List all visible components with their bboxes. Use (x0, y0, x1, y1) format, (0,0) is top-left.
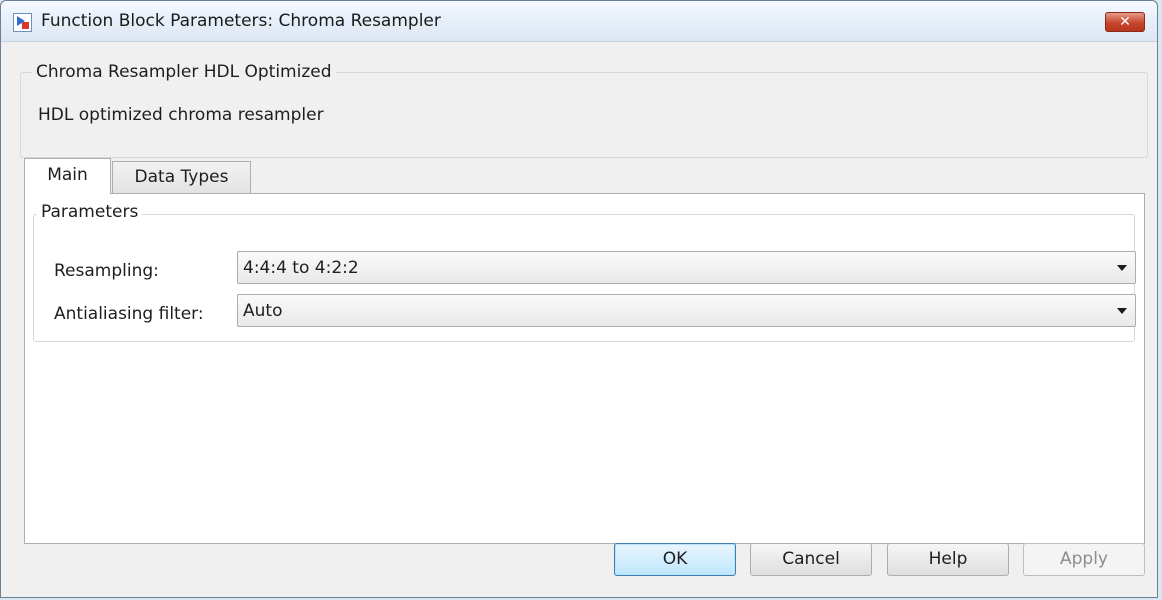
help-button[interactable]: Help (887, 543, 1009, 576)
description-group-title: Chroma Resampler HDL Optimized (32, 62, 336, 82)
resampling-dropdown[interactable]: 4:4:4 to 4:2:2 (237, 251, 1136, 284)
tab-data-types[interactable]: Data Types (112, 161, 251, 193)
parameters-group: Resampling: 4:4:4 to 4:2:2 Antialiasing … (33, 214, 1136, 342)
antialiasing-filter-value: Auto (243, 301, 283, 321)
chevron-down-icon (1117, 265, 1127, 271)
simulink-block-icon (13, 13, 32, 32)
window-title: Function Block Parameters: Chroma Resamp… (41, 11, 441, 31)
resampling-label: Resampling: (54, 261, 159, 281)
cancel-button[interactable]: Cancel (750, 543, 872, 576)
ok-button[interactable]: OK (614, 543, 736, 576)
parameters-group-title: Parameters (37, 202, 143, 222)
resampling-value: 4:4:4 to 4:2:2 (243, 258, 359, 278)
description-text: HDL optimized chroma resampler (38, 105, 324, 125)
antialiasing-filter-label: Antialiasing filter: (54, 304, 204, 324)
apply-button[interactable]: Apply (1023, 543, 1145, 576)
tab-main[interactable]: Main (24, 158, 111, 194)
chevron-down-icon (1117, 308, 1127, 314)
title-bar[interactable]: Function Block Parameters: Chroma Resamp… (1, 1, 1157, 42)
close-icon[interactable]: ✕ (1105, 12, 1145, 32)
tab-panel-main: Resampling: 4:4:4 to 4:2:2 Antialiasing … (24, 193, 1145, 544)
antialiasing-filter-dropdown[interactable]: Auto (237, 294, 1136, 327)
